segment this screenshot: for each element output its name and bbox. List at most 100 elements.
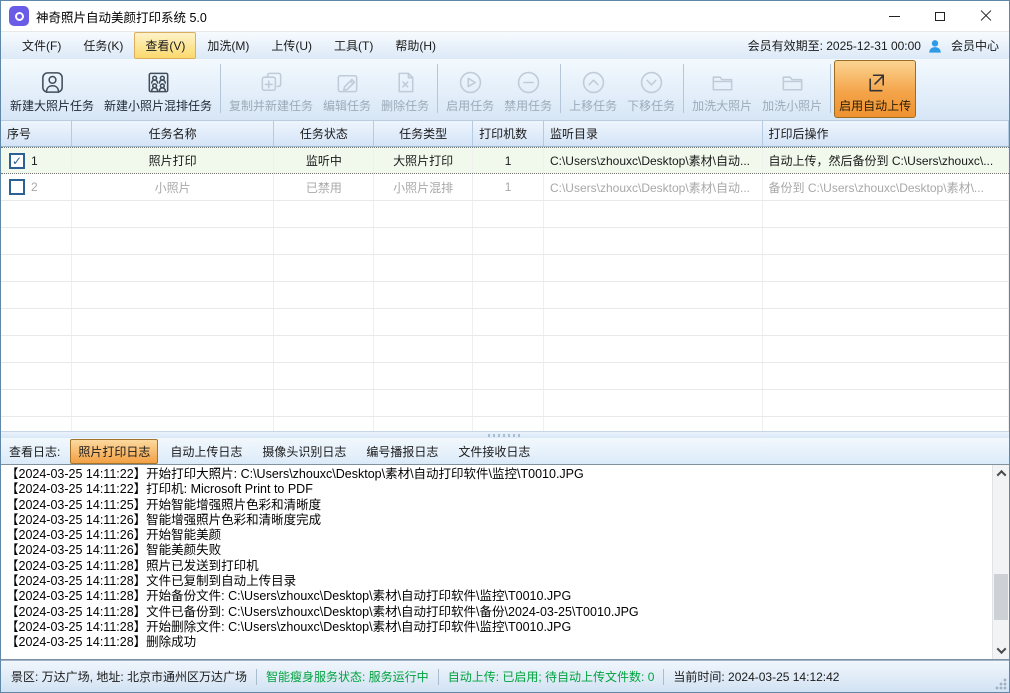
minimize-button[interactable] <box>871 1 917 31</box>
table-cell: 小照片混排 <box>374 174 473 200</box>
toolbar-button-reprint-small-photo: 加洗小照片 <box>757 60 827 118</box>
table-cell <box>72 201 275 227</box>
table-row-empty <box>1 336 1009 363</box>
table-row-empty <box>1 255 1009 282</box>
table-cell <box>274 390 374 416</box>
column-header-label: 打印后操作 <box>769 125 829 142</box>
toolbar-button-label: 新建大照片任务 <box>10 97 94 114</box>
status-segment-2: 智能瘦身服务状态: 服务运行中 <box>266 668 429 685</box>
log-tab-3[interactable]: 摄像头识别日志 <box>254 439 354 464</box>
table-cell <box>1 201 72 227</box>
close-button[interactable] <box>963 1 1009 31</box>
log-line: 【2024-03-25 14:11:22】开始打印大照片: C:\Users\z… <box>6 467 991 482</box>
table-row-empty <box>1 363 1009 390</box>
task-table-header: 序号任务名称任务状态 任务类型 打印机数监听目录打印后操作 <box>1 121 1009 147</box>
table-cell <box>374 309 473 335</box>
toolbar-button-delete-task: 删除任务 <box>376 60 434 118</box>
toolbar-separator <box>560 64 561 113</box>
reprint-small-photo-icon <box>779 67 806 97</box>
copy-new-task-icon <box>258 67 285 97</box>
toolbar-button-label: 加洗大照片 <box>692 97 752 114</box>
status-separator <box>438 669 439 685</box>
log-tab-4[interactable]: 编号播报日志 <box>358 439 446 464</box>
column-header-6[interactable]: 监听目录 <box>544 121 763 146</box>
log-line: 【2024-03-25 14:11:26】开始智能美颜 <box>6 528 991 543</box>
table-cell: C:\Users\zhouxc\Desktop\素材\自动... <box>544 148 763 173</box>
table-cell: 照片打印 <box>72 148 275 173</box>
column-header-5[interactable]: 打印机数 <box>473 121 544 146</box>
toolbar-button-label: 下移任务 <box>627 97 675 114</box>
toolbar-button-new-large-photo-task[interactable]: 新建大照片任务 <box>5 60 99 118</box>
reprint-large-photo-icon <box>709 67 736 97</box>
table-row-empty <box>1 309 1009 336</box>
toolbar-button-enable-auto-upload[interactable]: 启用自动上传 <box>834 60 916 118</box>
toolbar-button-label: 编辑任务 <box>323 97 371 114</box>
member-info: 会员有效期至: 2025-12-31 00:00 会员中心 <box>748 37 999 54</box>
scrollbar-thumb[interactable] <box>994 574 1008 621</box>
menu-item-3[interactable]: 查看(V) <box>134 32 196 59</box>
menu-item-5[interactable]: 上传(U) <box>260 32 323 59</box>
table-cell <box>544 255 763 281</box>
table-cell <box>763 255 1009 281</box>
minimize-icon <box>889 16 900 17</box>
menu-item-2[interactable]: 任务(K) <box>72 32 134 59</box>
column-header-7[interactable]: 打印后操作 <box>763 121 1009 146</box>
toolbar-button-label: 新建小照片混排任务 <box>104 97 212 114</box>
table-cell: 已禁用 <box>274 174 374 200</box>
table-cell <box>274 417 374 431</box>
log-scrollbar[interactable] <box>992 465 1009 659</box>
log-tab-1[interactable]: 照片打印日志 <box>70 439 158 464</box>
log-line: 【2024-03-25 14:11:22】打印机: Microsoft Prin… <box>6 482 991 497</box>
menu-item-7[interactable]: 帮助(H) <box>384 32 447 59</box>
table-cell: 监听中 <box>274 148 374 173</box>
row-checkbox-unchecked[interactable] <box>9 179 25 195</box>
toolbar-button-edit-task: 编辑任务 <box>318 60 376 118</box>
table-cell <box>72 309 275 335</box>
table-cell <box>374 336 473 362</box>
table-cell <box>763 390 1009 416</box>
table-row-1[interactable]: ✓1照片打印监听中大照片打印1C:\Users\zhouxc\Desktop\素… <box>1 147 1009 174</box>
log-line: 【2024-03-25 14:11:26】智能增强照片色彩和清晰度完成 <box>6 513 991 528</box>
app-window: 神奇照片自动美颜打印系统 5.0 文件(F)任务(K)查看(V)加洗(M)上传(… <box>0 0 1010 693</box>
log-tab-2[interactable]: 自动上传日志 <box>162 439 250 464</box>
member-center-link[interactable]: 会员中心 <box>951 37 999 54</box>
log-tab-5[interactable]: 文件接收日志 <box>450 439 538 464</box>
table-cell <box>1 309 72 335</box>
column-header-2[interactable]: 任务名称 <box>72 121 275 146</box>
cell-text: 监听中 <box>306 152 342 169</box>
scroll-up-icon[interactable] <box>993 465 1009 482</box>
menu-item-1[interactable]: 文件(F) <box>11 32 72 59</box>
status-bar: 景区: 万达广场, 地址: 北京市通州区万达广场智能瘦身服务状态: 服务运行中自… <box>1 660 1009 692</box>
table-cell <box>763 282 1009 308</box>
scroll-down-icon[interactable] <box>993 642 1009 659</box>
splitter-handle[interactable] <box>1 431 1009 438</box>
table-cell <box>72 336 275 362</box>
table-cell <box>374 255 473 281</box>
menu-item-4[interactable]: 加洗(M) <box>196 32 260 59</box>
row-checkbox-checked[interactable]: ✓ <box>9 153 25 169</box>
table-cell <box>763 363 1009 389</box>
edit-task-icon <box>334 67 361 97</box>
toolbar-button-move-down-task: 下移任务 <box>622 60 680 118</box>
table-cell <box>72 282 275 308</box>
log-tab-bar-label: 查看日志: <box>9 443 60 460</box>
column-header-1[interactable]: 序号 <box>1 121 72 146</box>
log-tab-bar: 查看日志: 照片打印日志自动上传日志摄像头识别日志编号播报日志文件接收日志 <box>1 438 1009 464</box>
column-header-3[interactable]: 任务状态 <box>274 121 374 146</box>
table-cell <box>544 228 763 254</box>
column-header-label: 任务类型 <box>399 125 447 142</box>
table-cell <box>544 390 763 416</box>
table-cell <box>274 336 374 362</box>
maximize-button[interactable] <box>917 1 963 31</box>
toolbar-separator <box>220 64 221 113</box>
cell-text: 小照片 <box>155 179 191 196</box>
table-row-2[interactable]: 2小照片已禁用小照片混排1C:\Users\zhouxc\Desktop\素材\… <box>1 174 1009 201</box>
toolbar-button-reprint-large-photo: 加洗大照片 <box>687 60 757 118</box>
table-cell <box>1 282 72 308</box>
menu-item-6[interactable]: 工具(T) <box>323 32 384 59</box>
table-cell <box>763 228 1009 254</box>
column-header-4[interactable]: 任务类型 <box>374 121 473 146</box>
move-down-task-icon <box>638 67 665 97</box>
resize-grip[interactable] <box>995 678 1007 690</box>
toolbar-button-new-small-photo-mix-task[interactable]: 新建小照片混排任务 <box>99 60 217 118</box>
